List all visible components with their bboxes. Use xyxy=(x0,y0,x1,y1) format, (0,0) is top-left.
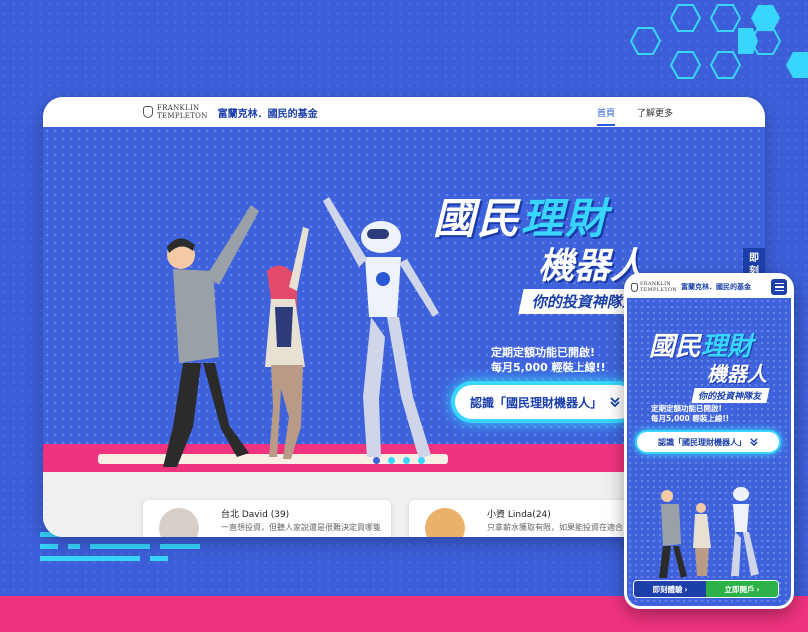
testimonial-card[interactable]: 小資 Linda(24) 只拿薪水獲取有限，如果能投資在適合自己的 xyxy=(409,500,657,537)
promo-line2: 每月5,000 輕裝上線!! xyxy=(491,361,606,374)
avatar xyxy=(159,508,199,537)
logo-line2: TEMPLETON xyxy=(640,287,677,293)
mobile-header: FRANKLIN TEMPLETON 富蘭克林．國民的基金 xyxy=(627,276,791,298)
woman-figure xyxy=(265,227,309,459)
chevron-right-icon: › xyxy=(756,584,760,594)
logo-line2: TEMPLETON xyxy=(157,112,208,120)
mobile-learn-robot-button[interactable]: 認識「國民理財機器人」 xyxy=(637,432,779,452)
hamburger-menu-icon[interactable] xyxy=(771,279,787,295)
carousel-dots xyxy=(373,457,425,464)
promo-text: 定期定額功能已開啟! 每月5,000 輕裝上線!! xyxy=(491,345,606,375)
franklin-templeton-logo[interactable]: FRANKLIN TEMPLETON xyxy=(143,104,208,120)
logo-line1: FRANKLIN xyxy=(157,104,200,112)
seal-icon xyxy=(631,282,638,292)
double-chevron-down-icon xyxy=(750,438,758,446)
high-five-illustration xyxy=(163,197,439,467)
promo-line1: 定期定額功能已開啟! xyxy=(491,346,596,359)
promo-line2: 每月5,000 輕裝上線!! xyxy=(651,414,730,423)
mobile-promo-text: 定期定額功能已開啟! 每月5,000 輕裝上線!! xyxy=(651,404,729,424)
mobile-hero-subtitle: 你的投資神隊友 xyxy=(691,388,770,403)
mobile-mockup: FRANKLIN TEMPLETON 富蘭克林．國民的基金 國民理財 機器人 你… xyxy=(624,273,794,609)
main-nav: 首頁 了解更多 xyxy=(596,97,673,127)
nav-home[interactable]: 首頁 xyxy=(596,106,615,126)
hero-title-part1: 國民 xyxy=(649,332,702,362)
side-tab-char1: 即 xyxy=(749,253,759,264)
testimonial-name: 小資 Linda(24) xyxy=(487,510,551,520)
promo-line1: 定期定額功能已開啟! xyxy=(651,404,722,413)
mobile-bottom-bar: 即刻體驗 › 立即開戶 › xyxy=(633,580,779,598)
chevron-right-icon: › xyxy=(684,584,688,594)
franklin-templeton-logo[interactable]: FRANKLIN TEMPLETON xyxy=(631,281,677,293)
seal-icon xyxy=(143,106,153,118)
hero-title-part1: 國民 xyxy=(433,194,522,243)
robot-figure xyxy=(323,197,439,459)
nav-more[interactable]: 了解更多 xyxy=(637,106,673,119)
hexagon-decoration xyxy=(629,4,808,79)
bar-decoration xyxy=(40,532,200,561)
carousel-dot-4[interactable] xyxy=(418,457,425,464)
double-chevron-down-icon xyxy=(610,397,620,407)
site-header: FRANKLIN TEMPLETON 富蘭克林．國民的基金 首頁 了解更多 xyxy=(43,97,765,127)
mobile-hero-title-line2: 機器人 xyxy=(707,362,767,386)
learn-robot-button[interactable]: 認識「國民理財機器人」 xyxy=(455,385,635,419)
cta-label: 認識「國民理財機器人」 xyxy=(469,395,602,410)
cta-label: 認識「國民理財機器人」 xyxy=(658,437,746,447)
experience-label: 即刻體驗 xyxy=(652,584,683,594)
open-account-button[interactable]: 立即開戶 › xyxy=(706,581,778,597)
testimonial-card[interactable]: 台北 David (39) 一直想投資，但聽人家說還是很難決定買哪隻 xyxy=(143,500,391,537)
carousel-dot-2[interactable] xyxy=(388,457,395,464)
carousel-dot-1[interactable] xyxy=(373,457,380,464)
open-label: 立即開戶 xyxy=(724,584,755,594)
avatar xyxy=(425,508,465,537)
experience-now-button[interactable]: 即刻體驗 › xyxy=(634,581,706,597)
testimonial-name: 台北 David (39) xyxy=(221,510,290,520)
brand-name: 富蘭克林．國民的基金 xyxy=(217,108,318,120)
mobile-hero: 國民理財 機器人 你的投資神隊友 定期定額功能已開啟! 每月5,000 輕裝上線… xyxy=(627,298,791,606)
carousel-dot-3[interactable] xyxy=(403,457,410,464)
man-figure xyxy=(163,205,259,467)
brand-name: 富蘭克林．國民的基金 xyxy=(680,283,751,291)
hero-title-part2: 理財 xyxy=(521,194,610,243)
testimonial-quote: 一直想投資，但聽人家說還是很難決定買哪隻 xyxy=(221,523,381,532)
mobile-high-five-illustration xyxy=(659,487,759,578)
